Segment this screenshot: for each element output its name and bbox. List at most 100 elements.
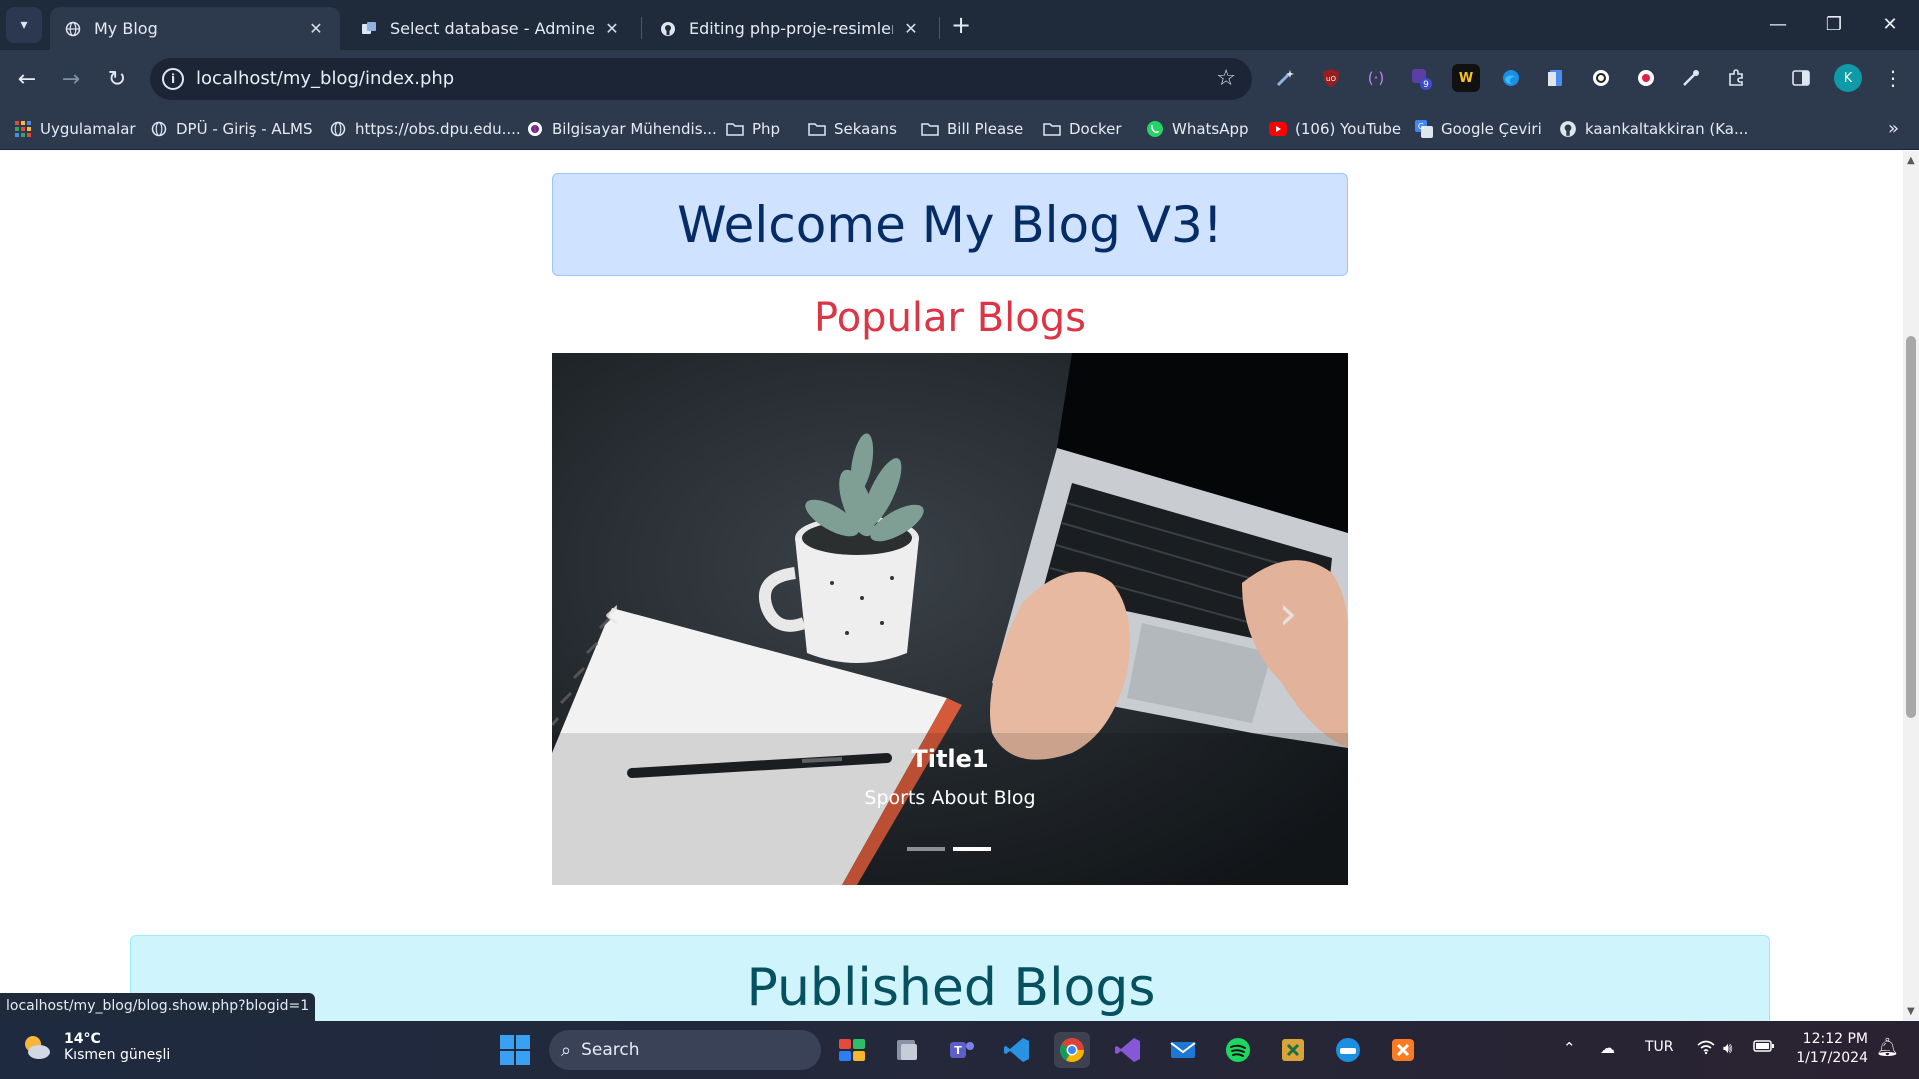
tab-separator [641,17,642,39]
wifi-icon[interactable] [1696,1039,1716,1059]
files-icon[interactable] [889,1032,925,1068]
ublock-icon[interactable]: uO [1317,64,1345,92]
restore-button[interactable]: ❐ [1806,0,1862,48]
edge-icon[interactable] [1497,64,1525,92]
bookmark-label: Bill Please [947,120,1024,138]
globe-icon [150,120,168,138]
teams-icon[interactable]: T [944,1032,980,1068]
tab-separator [939,17,940,39]
close-icon[interactable]: ✕ [602,19,622,39]
window-close-button[interactable]: ✕ [1862,0,1918,48]
address-bar[interactable]: i localhost/my_blog/index.php ☆ [150,58,1252,100]
tab-search-button[interactable]: ▾ [6,7,42,43]
record-icon[interactable] [1632,64,1660,92]
tab-github-editing[interactable]: Editing php-proje-resimleri/blo ✕ [645,7,935,50]
chrome-icon[interactable] [1054,1032,1090,1068]
folder-icon [808,120,826,138]
weather-widget[interactable]: 14°C Kısmen güneşli [20,1031,170,1063]
start-tile [516,1035,530,1049]
clock-time: 12:12 PM [1802,1031,1868,1047]
bookmark-bilgisayar-muhendis[interactable]: Bilgisayar Mühendis... [526,118,717,140]
docs-icon[interactable] [1542,64,1570,92]
tab-my-blog[interactable]: My Blog ✕ [50,7,340,50]
bookmark-folder-docker[interactable]: Docker [1043,118,1122,140]
bookmark-dpu-alms[interactable]: DPÜ - Giriş - ALMS [150,118,313,140]
globe-icon [64,20,82,38]
folder-icon [921,120,939,138]
weather-temperature: 14°C [64,1031,101,1047]
tab-label: Select database - Adminer [390,19,594,38]
svg-text:G: G [1418,122,1424,131]
back-button[interactable]: ← [8,60,46,98]
battery-icon[interactable] [1753,1039,1775,1057]
docker-icon[interactable] [1330,1032,1366,1068]
taskbar-search[interactable]: ⌕ Search [549,1030,821,1070]
brackets-icon[interactable]: (·) [1362,64,1390,92]
forward-button[interactable]: → [52,60,90,98]
windows-start-button[interactable] [500,1035,530,1065]
widgets-icon[interactable] [834,1032,870,1068]
puzzle-badge-icon[interactable]: 9 [1407,64,1435,92]
bookmark-folder-sekaans[interactable]: Sekaans [808,118,897,140]
carousel-indicator-active[interactable] [953,847,991,851]
bookmark-star-icon[interactable]: ☆ [1216,66,1236,91]
vscode-icon[interactable] [999,1032,1035,1068]
bookmark-google-ceviri[interactable]: G Google Çeviri [1415,118,1542,140]
double-chevron-right-icon[interactable]: » [1888,118,1899,139]
bookmark-whatsapp[interactable]: WhatsApp [1146,118,1249,140]
whatsapp-icon [1146,120,1164,138]
profile-icon[interactable]: K [1834,64,1862,92]
visual-studio-icon[interactable] [1110,1032,1146,1068]
bookmark-youtube[interactable]: (106) YouTube [1269,118,1401,140]
bookmark-label: WhatsApp [1172,120,1249,138]
minimize-button[interactable]: — [1750,0,1806,48]
menu-icon[interactable]: ⋮ [1879,64,1907,92]
carousel-slide-title: Title1 [911,745,989,773]
bookmark-folder-php[interactable]: Php [726,118,780,140]
scrollbar-thumb[interactable] [1906,336,1916,718]
search-icon: ⌕ [561,1039,572,1061]
excel-icon[interactable] [1275,1032,1311,1068]
xampp-icon[interactable] [1385,1032,1421,1068]
close-icon[interactable]: ✕ [901,19,921,39]
page-scrollbar[interactable]: ▲ ▼ [1903,151,1919,1021]
tab-label: Editing php-proje-resimleri/blo [689,19,893,38]
bookmark-label: Sekaans [834,120,897,138]
scroll-up-arrow-icon[interactable]: ▲ [1907,155,1915,166]
carousel-prev-button[interactable]: ‹ [592,583,632,643]
bookmark-obs-dpu[interactable]: https://obs.dpu.edu.... [329,118,521,140]
w-icon[interactable]: W [1452,64,1480,92]
mail-icon[interactable] [1165,1032,1201,1068]
chevron-up-icon[interactable]: ⌃ [1563,1039,1576,1057]
reload-icon: ↻ [107,66,127,92]
youtube-icon [1269,120,1287,138]
scroll-down-arrow-icon[interactable]: ▼ [1907,1006,1915,1017]
new-tab-button[interactable]: + [946,10,976,40]
address-url[interactable]: localhost/my_blog/index.php [196,68,454,89]
bookmark-github-kaankaltakkiran[interactable]: kaankaltakkiran (Ka... [1559,118,1748,140]
notification-bell-icon[interactable]: 🔔︎ [1876,1037,1899,1058]
volume-icon[interactable]: 🔊︎ [1723,1039,1732,1057]
language-indicator[interactable]: TUR [1645,1039,1674,1055]
wand-icon[interactable] [1271,64,1299,92]
reload-button[interactable]: ↻ [98,60,136,98]
eyedropper-icon[interactable] [1677,64,1705,92]
bookmark-folder-bill-please[interactable]: Bill Please [921,118,1023,140]
system-clock[interactable]: 12:12 PM 1/17/2024 [1794,1030,1868,1068]
folder-icon [726,120,744,138]
spotify-icon[interactable] [1220,1032,1256,1068]
close-icon[interactable]: ✕ [306,19,326,39]
circle-icon[interactable] [1587,64,1615,92]
bookmark-apps[interactable]: Uygulamalar [14,118,136,140]
bookmarks-bar: Uygulamalar DPÜ - Giriş - ALMS https://o… [0,108,1919,150]
tab-strip: ▾ My Blog ✕ Select database - Adminer ✕ … [0,0,1919,50]
partly-sunny-icon [20,1031,52,1063]
info-icon[interactable]: i [162,68,184,90]
onedrive-cloud-icon[interactable]: ☁ [1600,1039,1615,1057]
tab-adminer[interactable]: Select database - Adminer ✕ [346,7,636,50]
carousel-indicator[interactable] [907,847,945,851]
github-icon [659,20,677,38]
sidebar-icon[interactable] [1787,64,1815,92]
extensions-icon[interactable] [1722,64,1750,92]
carousel-next-button[interactable]: › [1268,583,1308,643]
